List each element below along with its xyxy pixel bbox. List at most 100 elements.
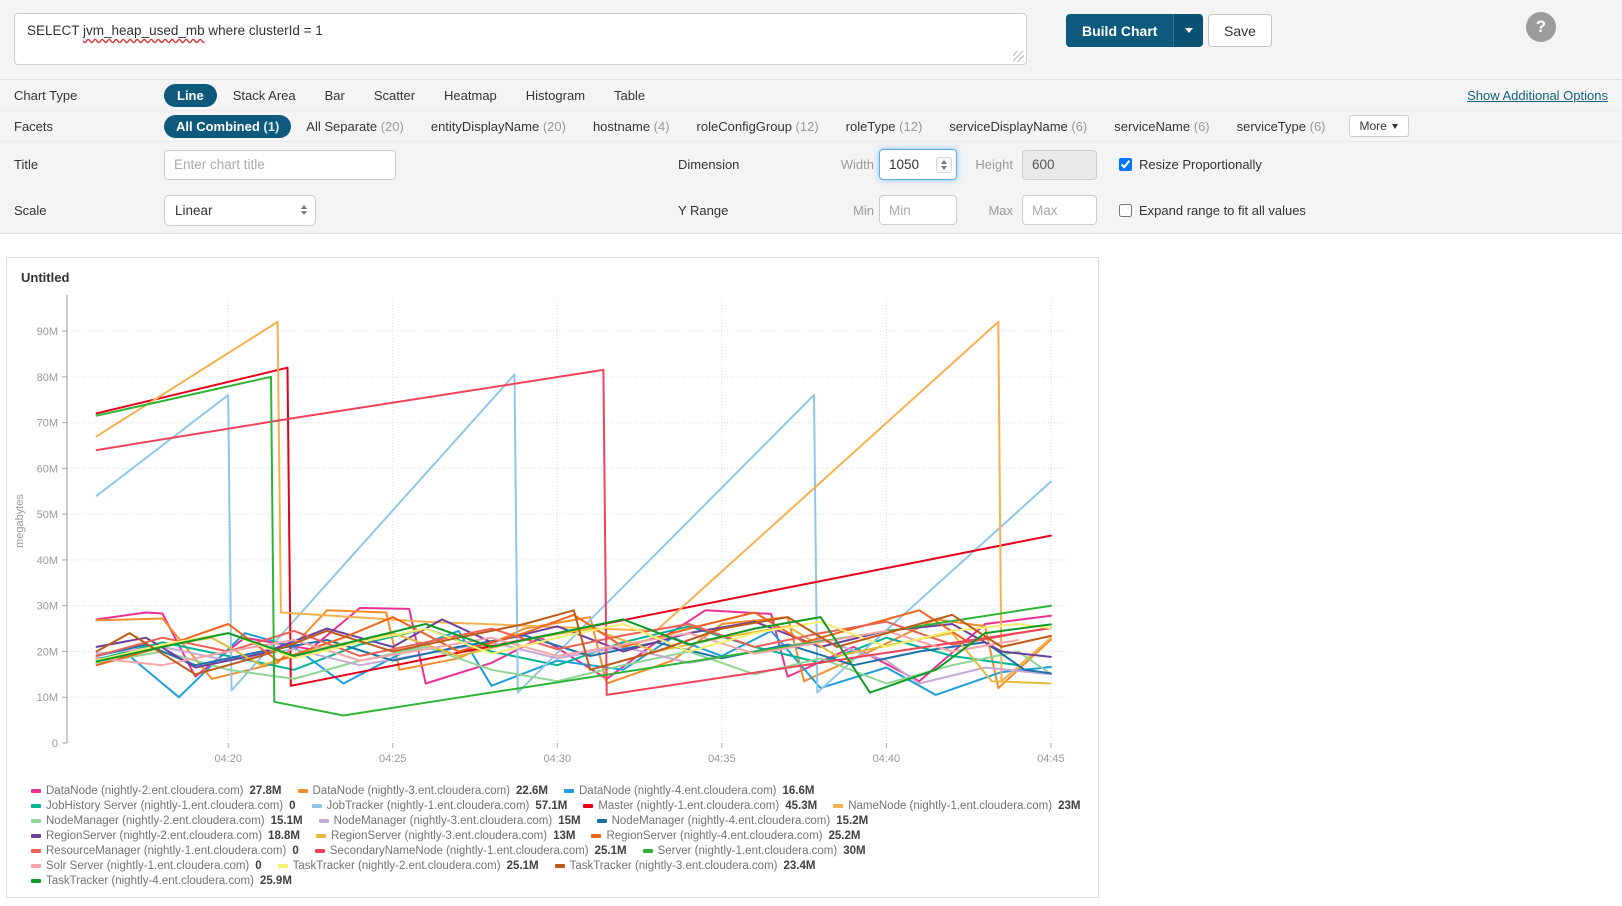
save-button[interactable]: Save bbox=[1208, 14, 1272, 47]
yrange-max-input[interactable] bbox=[1022, 195, 1097, 225]
facet-entitydisplayname[interactable]: entityDisplayName (20) bbox=[419, 115, 578, 138]
width-value: 1050 bbox=[889, 157, 936, 172]
width-label: Width bbox=[818, 157, 874, 172]
svg-text:04:35: 04:35 bbox=[708, 753, 736, 765]
chart-type-histogram[interactable]: Histogram bbox=[513, 84, 598, 107]
legend-series-name: RegionServer (nightly-4.ent.cloudera.com… bbox=[606, 830, 822, 842]
svg-text:80M: 80M bbox=[37, 372, 58, 384]
legend-series-name: Solr Server (nightly-1.ent.cloudera.com) bbox=[46, 860, 249, 872]
legend-swatch-icon bbox=[31, 879, 41, 883]
select-arrows-icon bbox=[301, 205, 307, 215]
line-chart[interactable]: 010M20M30M40M50M60M70M80M90M04:2004:2504… bbox=[11, 285, 1096, 785]
legend-series-value: 13M bbox=[553, 830, 575, 842]
legend-item: NameNode (nightly-1.ent.cloudera.com)23M bbox=[833, 800, 1080, 812]
facet-roleconfiggroup[interactable]: roleConfigGroup (12) bbox=[685, 115, 831, 138]
legend-series-value: 18.8M bbox=[268, 830, 300, 842]
tsquery-input[interactable]: SELECT jvm_heap_used_mb where clusterId … bbox=[14, 13, 1027, 65]
facet-servicetype[interactable]: serviceType (6) bbox=[1225, 115, 1338, 138]
facets-row: Facets All Combined (1)All Separate (20)… bbox=[0, 111, 1622, 142]
help-icon[interactable]: ? bbox=[1526, 12, 1556, 42]
query-text: SELECT bbox=[27, 23, 83, 38]
legend-series-value: 15.1M bbox=[271, 815, 303, 827]
legend-series-value: 15.2M bbox=[836, 815, 868, 827]
svg-text:04:30: 04:30 bbox=[544, 753, 572, 765]
legend-series-name: SecondaryNameNode (nightly-1.ent.clouder… bbox=[330, 845, 589, 857]
chart-type-heatmap[interactable]: Heatmap bbox=[431, 84, 510, 107]
chart-legend: DataNode (nightly-2.ent.cloudera.com)27.… bbox=[31, 785, 1086, 887]
chart-type-tabs: LineStack AreaBarScatterHeatmapHistogram… bbox=[164, 84, 661, 107]
resize-proportionally-option: Resize Proportionally bbox=[1119, 157, 1262, 172]
stepper-down-icon[interactable] bbox=[941, 166, 947, 170]
legend-swatch-icon bbox=[597, 819, 607, 823]
svg-text:megabytes: megabytes bbox=[14, 494, 26, 548]
stepper-up-icon[interactable] bbox=[941, 160, 947, 164]
chart-title-input[interactable] bbox=[164, 150, 396, 180]
legend-series-name: JobHistory Server (nightly-1.ent.clouder… bbox=[46, 800, 283, 812]
facet-servicename[interactable]: serviceName (6) bbox=[1102, 115, 1221, 138]
facet-all-combined[interactable]: All Combined (1) bbox=[164, 115, 291, 138]
resize-grip-icon[interactable] bbox=[1013, 51, 1024, 62]
chart-panel: Untitled 010M20M30M40M50M60M70M80M90M04:… bbox=[6, 257, 1099, 898]
build-chart-button[interactable]: Build Chart bbox=[1066, 14, 1203, 47]
expand-range-option: Expand range to fit all values bbox=[1119, 203, 1306, 218]
build-chart-dropdown[interactable] bbox=[1173, 14, 1203, 47]
legend-series-value: 0 bbox=[292, 845, 298, 857]
dimension-label: Dimension bbox=[678, 157, 818, 172]
legend-item: RegionServer (nightly-3.ent.cloudera.com… bbox=[316, 830, 575, 842]
query-metric-text: jvm_heap_used_mb bbox=[83, 23, 205, 38]
expand-checkbox[interactable] bbox=[1119, 204, 1132, 217]
legend-series-value: 25.1M bbox=[595, 845, 627, 857]
legend-swatch-icon bbox=[312, 804, 322, 808]
svg-text:04:40: 04:40 bbox=[873, 753, 901, 765]
legend-series-name: NodeManager (nightly-4.ent.cloudera.com) bbox=[612, 815, 831, 827]
svg-text:40M: 40M bbox=[37, 555, 58, 567]
facet-all-separate[interactable]: All Separate (20) bbox=[294, 115, 416, 138]
svg-text:20M: 20M bbox=[37, 646, 58, 658]
svg-text:04:45: 04:45 bbox=[1037, 753, 1065, 765]
show-additional-options-link[interactable]: Show Additional Options bbox=[1467, 88, 1608, 103]
legend-item: RegionServer (nightly-4.ent.cloudera.com… bbox=[591, 830, 860, 842]
expand-label: Expand range to fit all values bbox=[1139, 203, 1306, 218]
legend-item: NodeManager (nightly-3.ent.cloudera.com)… bbox=[319, 815, 581, 827]
chart-type-table[interactable]: Table bbox=[601, 84, 658, 107]
scale-select[interactable]: Linear bbox=[164, 195, 316, 226]
legend-item: JobTracker (nightly-1.ent.cloudera.com)5… bbox=[312, 800, 568, 812]
svg-text:04:25: 04:25 bbox=[379, 753, 407, 765]
facets-more-button[interactable]: More bbox=[1349, 115, 1409, 137]
legend-series-name: TaskTracker (nightly-4.ent.cloudera.com) bbox=[46, 875, 254, 887]
yrange-min-input[interactable] bbox=[879, 195, 957, 225]
chart-type-scatter[interactable]: Scatter bbox=[361, 84, 428, 107]
width-input[interactable]: 1050 bbox=[879, 149, 957, 180]
query-text-tail: where clusterId = 1 bbox=[205, 23, 323, 38]
legend-item: Master (nightly-1.ent.cloudera.com)45.3M bbox=[583, 800, 817, 812]
scale-label: Scale bbox=[14, 203, 164, 218]
svg-text:70M: 70M bbox=[37, 418, 58, 430]
build-chart-label[interactable]: Build Chart bbox=[1066, 14, 1173, 47]
width-stepper[interactable] bbox=[936, 157, 952, 173]
legend-swatch-icon bbox=[298, 789, 308, 793]
max-label: Max bbox=[957, 203, 1013, 218]
legend-series-value: 25.9M bbox=[260, 875, 292, 887]
chart-type-stack-area[interactable]: Stack Area bbox=[220, 84, 309, 107]
legend-series-value: 45.3M bbox=[785, 800, 817, 812]
legend-series-value: 23.4M bbox=[784, 860, 816, 872]
legend-series-name: DataNode (nightly-3.ent.cloudera.com) bbox=[313, 785, 511, 797]
legend-swatch-icon bbox=[31, 819, 41, 823]
chart-title: Untitled bbox=[7, 270, 1098, 285]
chart-type-label: Chart Type bbox=[14, 88, 164, 103]
legend-swatch-icon bbox=[31, 804, 41, 808]
facet-servicedisplayname[interactable]: serviceDisplayName (6) bbox=[937, 115, 1099, 138]
chart-type-line[interactable]: Line bbox=[164, 84, 217, 107]
chart-type-bar[interactable]: Bar bbox=[312, 84, 358, 107]
scale-value: Linear bbox=[175, 203, 301, 218]
chevron-down-icon bbox=[1185, 28, 1193, 33]
facets-label: Facets bbox=[14, 119, 164, 134]
facet-hostname[interactable]: hostname (4) bbox=[581, 115, 682, 138]
facet-roletype[interactable]: roleType (12) bbox=[834, 115, 935, 138]
legend-series-name: NodeManager (nightly-2.ent.cloudera.com) bbox=[46, 815, 265, 827]
dimension-group: Dimension Width 1050 Height Resize Propo… bbox=[678, 142, 1262, 187]
legend-series-name: NodeManager (nightly-3.ent.cloudera.com) bbox=[334, 815, 553, 827]
min-label: Min bbox=[818, 203, 874, 218]
legend-item: RegionServer (nightly-2.ent.cloudera.com… bbox=[31, 830, 300, 842]
resize-checkbox[interactable] bbox=[1119, 158, 1132, 171]
